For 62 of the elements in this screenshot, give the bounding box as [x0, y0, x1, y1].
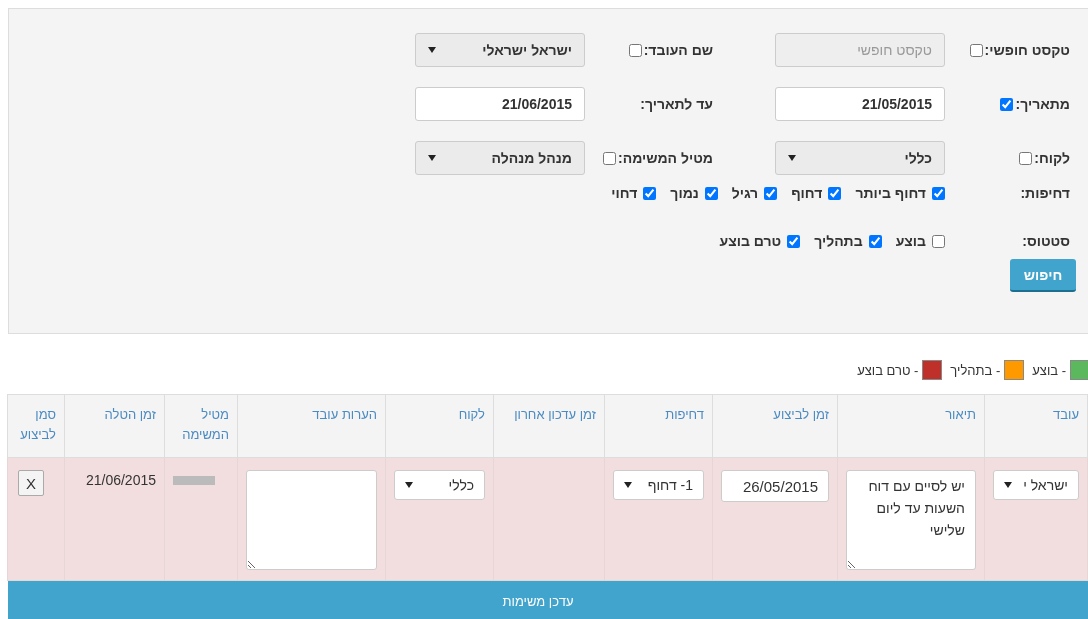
checkbox[interactable]: [1019, 151, 1033, 165]
checkbox[interactable]: [643, 186, 657, 200]
date-field[interactable]: 21/05/2015: [775, 87, 945, 121]
checkbox[interactable]: [868, 234, 882, 248]
field-label: טקסט חופשי:: [984, 42, 1070, 58]
caret-icon: [1004, 482, 1012, 488]
redacted-bar: [173, 476, 215, 485]
checkbox[interactable]: [787, 234, 801, 248]
field-label: עד לתאריך:: [640, 96, 713, 112]
remove-button[interactable]: X: [18, 470, 44, 496]
option-label: דחוף ביותר: [855, 185, 926, 201]
checkbox[interactable]: [764, 186, 778, 200]
checkbox[interactable]: [828, 186, 842, 200]
checkbox[interactable]: [628, 43, 642, 57]
checkbox[interactable]: [932, 186, 945, 200]
column-header[interactable]: זמן עדכון אחרון: [493, 394, 605, 458]
checkbox[interactable]: [704, 186, 718, 200]
option-label: נמוך: [670, 185, 699, 201]
column-header[interactable]: הערות עובד: [237, 394, 386, 458]
search-button[interactable]: חיפוש: [1010, 259, 1076, 292]
field-label: דחיפות:: [1020, 185, 1070, 201]
caret-icon: [405, 482, 413, 488]
column-header[interactable]: מטיל המשימה: [164, 394, 238, 458]
field-label: מטיל המשימה:: [618, 150, 713, 166]
field-label: סטטוס:: [1022, 233, 1070, 249]
checkbox[interactable]: [1000, 97, 1014, 111]
caret-icon: [624, 482, 632, 488]
dropdown[interactable]: ישראל ישראלי: [415, 33, 585, 67]
legend-label: - בתהליך: [950, 362, 1001, 378]
field-label: מתאריך:: [1015, 96, 1070, 112]
date-field[interactable]: 21/06/2015: [415, 87, 585, 121]
column-header[interactable]: זמן הטלה: [64, 394, 165, 458]
column-header[interactable]: סמן לביצוע: [7, 394, 65, 458]
table-cell-text: 21/06/2015: [85, 471, 156, 488]
dropdown[interactable]: מנהל מנהלה: [415, 141, 585, 175]
field-label: לקוח:: [1034, 150, 1070, 166]
dropdown[interactable]: ישראל י: [993, 470, 1079, 500]
column-header[interactable]: לקוח: [385, 394, 494, 458]
caret-icon: [428, 155, 436, 161]
legend-label: - טרם בוצע: [857, 362, 919, 378]
caret-icon: [428, 47, 436, 53]
legend-label: - בוצע: [1032, 362, 1066, 378]
column-header[interactable]: תיאור: [837, 394, 985, 458]
dropdown[interactable]: 1- דחוף: [613, 470, 704, 500]
dropdown[interactable]: כללי: [775, 141, 945, 175]
option-label: בוצע: [895, 233, 926, 249]
option-label: דחוי: [611, 185, 638, 201]
option-label: טרם בוצע: [719, 233, 782, 249]
option-label: דחוף: [791, 185, 823, 201]
column-header[interactable]: עובד: [984, 394, 1088, 458]
checkbox[interactable]: [932, 234, 945, 248]
column-header[interactable]: דחיפות: [604, 394, 713, 458]
field-label: שם העובד:: [643, 42, 713, 58]
update-button[interactable]: עדכן משימות: [8, 581, 1088, 619]
column-header[interactable]: זמן לביצוע: [712, 394, 838, 458]
option-label: בתהליך: [814, 233, 863, 249]
option-label: רגיל: [731, 185, 759, 201]
date-field[interactable]: 26/05/2015: [721, 470, 829, 502]
caret-icon: [788, 155, 796, 161]
checkbox[interactable]: [603, 151, 617, 165]
text-area[interactable]: יש לסיים עם דוח השעות עד ליום שלישי: [846, 470, 976, 570]
dropdown[interactable]: כללי: [394, 470, 485, 500]
